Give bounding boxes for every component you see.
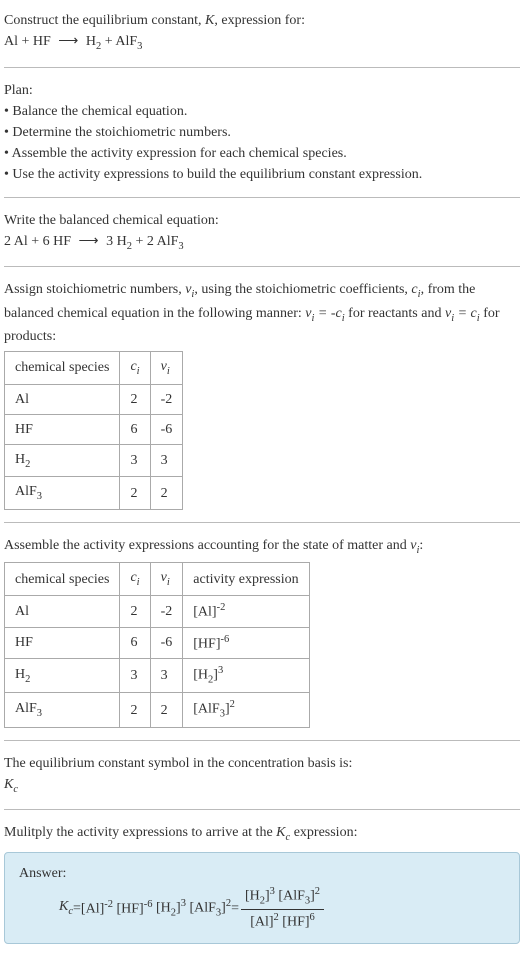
multiply-text: expression: (290, 825, 357, 840)
prompt-text: Construct the equilibrium constant, (4, 13, 205, 28)
table-header: νi (150, 563, 183, 596)
table-header: activity expression (183, 563, 309, 596)
table-header: νi (150, 352, 183, 385)
table-row: Al 2 -2 (5, 384, 183, 414)
multiply-block: Mulitply the activity expressions to arr… (4, 816, 520, 949)
cell-nu: 3 (150, 444, 183, 477)
cell-species: AlF3 (5, 693, 120, 727)
kc-symbol: Kc (276, 825, 290, 840)
answer-box: Answer: Kc = [Al]-2 [HF]-6 [H2]3 [AlF3]2… (4, 852, 520, 944)
term: [H2]3 (156, 896, 186, 921)
cell-ci: 2 (120, 595, 150, 627)
balanced-block: Write the balanced chemical equation: 2 … (4, 204, 520, 261)
kc-symbol: Kc (59, 896, 73, 920)
divider (4, 266, 520, 267)
assemble-block: Assemble the activity expressions accoun… (4, 529, 520, 734)
term: [HF]-6 (117, 897, 153, 920)
assign-text: , using the stoichiometric coefficients, (194, 282, 411, 297)
assign-block: Assign stoichiometric numbers, νi, using… (4, 273, 520, 516)
activity-table: chemical species ci νi activity expressi… (4, 562, 310, 727)
table-header-row: chemical species ci νi (5, 352, 183, 385)
equals: = (73, 898, 81, 919)
divider (4, 740, 520, 741)
divider (4, 197, 520, 198)
cell-activity: [Al]-2 (183, 595, 309, 627)
table-row: H2 3 3 [H2]3 (5, 659, 310, 693)
balanced-heading: Write the balanced chemical equation: (4, 210, 520, 231)
relation: νi = ci (445, 306, 480, 321)
multiply-text: Mulitply the activity expressions to arr… (4, 825, 276, 840)
cell-nu: -6 (150, 627, 183, 659)
cell-activity: [AlF3]2 (183, 693, 309, 727)
plan-heading: Plan: (4, 80, 520, 101)
assemble-text: Assemble the activity expressions accoun… (4, 538, 410, 553)
cell-ci: 2 (120, 693, 150, 727)
table-header-row: chemical species ci νi activity expressi… (5, 563, 310, 596)
cell-species: Al (5, 384, 120, 414)
cell-ci: 6 (120, 414, 150, 444)
cell-species: AlF3 (5, 477, 120, 510)
prompt-text-b: , expression for: (214, 13, 305, 28)
answer-label: Answer: (19, 863, 505, 884)
cell-nu: 2 (150, 693, 183, 727)
cell-nu: 2 (150, 477, 183, 510)
table-header: ci (120, 352, 150, 385)
table-row: HF 6 -6 [HF]-6 (5, 627, 310, 659)
plan-block: Plan: • Balance the chemical equation. •… (4, 74, 520, 191)
cell-activity: [HF]-6 (183, 627, 309, 659)
nu-symbol: νi (185, 282, 194, 297)
plan-item: • Assemble the activity expression for e… (4, 143, 520, 164)
cell-ci: 2 (120, 477, 150, 510)
term: [Al]-2 (81, 897, 113, 920)
balanced-equation: 2 Al + 6 HF ⟶ 3 H2 + 2 AlF3 (4, 234, 184, 249)
table-row: AlF3 2 2 [AlF3]2 (5, 693, 310, 727)
ci-symbol: ci (411, 282, 420, 297)
kc-symbol: Kc (4, 774, 520, 798)
stoich-table: chemical species ci νi Al 2 -2 HF 6 -6 H… (4, 351, 183, 510)
cell-activity: [H2]3 (183, 659, 309, 693)
assemble-text: : (419, 538, 423, 553)
cell-species: HF (5, 627, 120, 659)
plan-item: • Use the activity expressions to build … (4, 164, 520, 185)
prompt-K: K (205, 13, 214, 28)
cell-species: HF (5, 414, 120, 444)
plan-item: • Determine the stoichiometric numbers. (4, 122, 520, 143)
prompt-block: Construct the equilibrium constant, K, e… (4, 4, 520, 61)
cell-ci: 6 (120, 627, 150, 659)
table-header: chemical species (5, 352, 120, 385)
cell-nu: -2 (150, 384, 183, 414)
relation: νi = -ci (305, 306, 344, 321)
table-header: ci (120, 563, 150, 596)
eqconst-text: The equilibrium constant symbol in the c… (4, 753, 520, 774)
divider (4, 522, 520, 523)
cell-ci: 3 (120, 444, 150, 477)
cell-species: H2 (5, 659, 120, 693)
table-row: Al 2 -2 [Al]-2 (5, 595, 310, 627)
table-row: HF 6 -6 (5, 414, 183, 444)
denominator: [Al]2 [HF]6 (241, 910, 324, 933)
table-row: H2 3 3 (5, 444, 183, 477)
assign-text: Assign stoichiometric numbers, (4, 282, 185, 297)
table-header: chemical species (5, 563, 120, 596)
cell-species: H2 (5, 444, 120, 477)
numerator: [H2]3 [AlF3]2 (241, 884, 324, 910)
divider (4, 67, 520, 68)
unbalanced-equation: Al + HF ⟶ H2 + AlF3 (4, 34, 142, 49)
answer-expression: Kc = [Al]-2 [HF]-6 [H2]3 [AlF3]2 = [H2]3… (19, 884, 505, 933)
cell-nu: -6 (150, 414, 183, 444)
cell-species: Al (5, 595, 120, 627)
fraction: [H2]3 [AlF3]2 [Al]2 [HF]6 (241, 884, 324, 933)
cell-ci: 2 (120, 384, 150, 414)
divider (4, 809, 520, 810)
cell-nu: -2 (150, 595, 183, 627)
equals: = (231, 898, 239, 919)
plan-item: • Balance the chemical equation. (4, 101, 520, 122)
cell-nu: 3 (150, 659, 183, 693)
eqconst-block: The equilibrium constant symbol in the c… (4, 747, 520, 804)
table-row: AlF3 2 2 (5, 477, 183, 510)
term: [AlF3]2 (189, 896, 231, 921)
cell-ci: 3 (120, 659, 150, 693)
assign-text: for reactants and (345, 306, 445, 321)
